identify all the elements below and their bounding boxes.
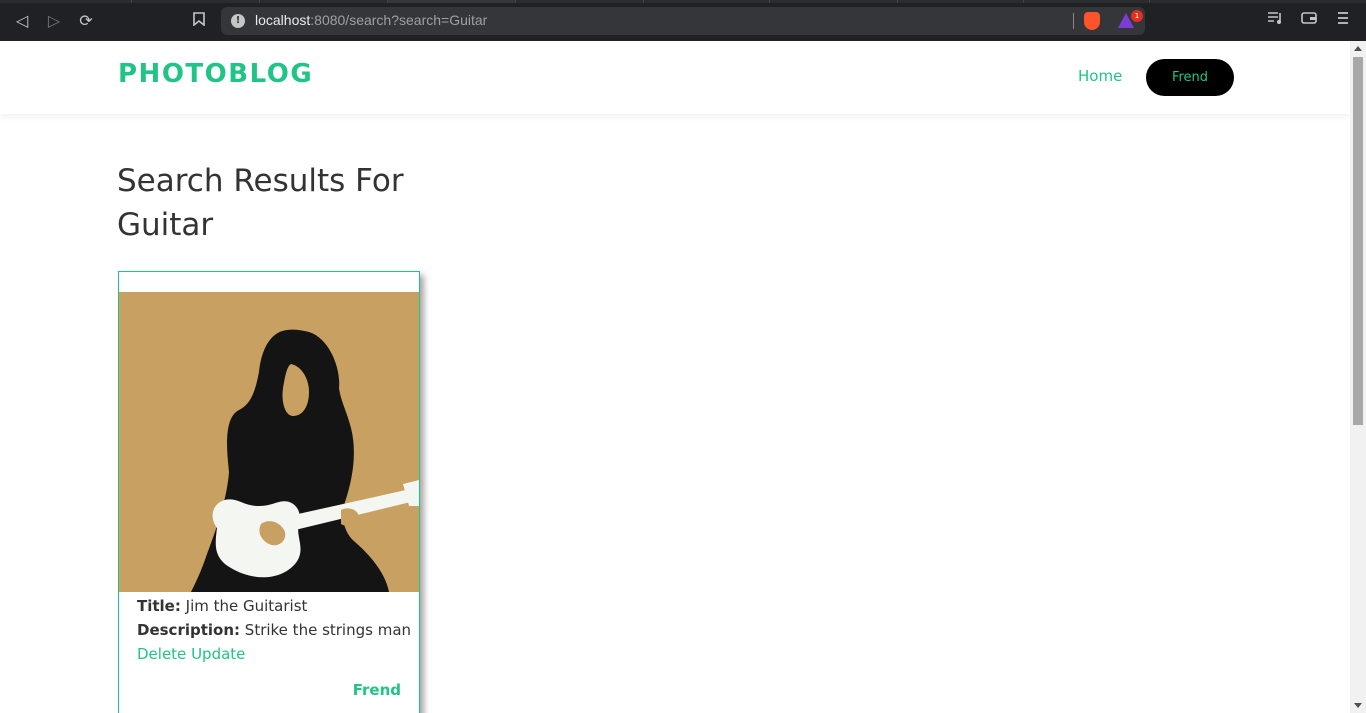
author-name[interactable]: Frend xyxy=(353,681,401,699)
photo-description: Strike the strings man xyxy=(244,621,412,639)
site-logo[interactable]: PHOTOBLOG xyxy=(118,59,313,89)
photo-meta: Title: Jim the Guitarist Description: St… xyxy=(137,594,411,666)
photo-title: Jim the Guitarist xyxy=(185,597,308,615)
forward-icon[interactable]: ▷ xyxy=(43,10,65,32)
description-row: Description: Strike the strings man xyxy=(137,618,411,642)
divider xyxy=(1073,13,1074,29)
site-navbar: PHOTOBLOG Home Frend xyxy=(0,41,1350,114)
title-row: Title: Jim the Guitarist xyxy=(137,594,407,618)
page-title: Search Results For Guitar xyxy=(117,163,404,243)
url-text[interactable]: localhost:8080/search?search=Guitar xyxy=(255,12,487,28)
brave-shields-icon[interactable] xyxy=(1084,12,1100,30)
guitarist-image[interactable] xyxy=(119,292,419,592)
nav-home-link[interactable]: Home xyxy=(1078,67,1122,85)
scroll-up-icon[interactable] xyxy=(1354,46,1362,51)
page-content: PHOTOBLOG Home Frend Search Results For … xyxy=(0,41,1350,713)
url-path: :8080/search?search=Guitar xyxy=(310,12,488,28)
photo-card: Title: Jim the Guitarist Description: St… xyxy=(118,271,420,713)
bookmark-icon[interactable] xyxy=(188,10,210,32)
rewards-badge: 1 xyxy=(1131,10,1143,22)
user-button[interactable]: Frend xyxy=(1146,59,1234,96)
scrollbar-thumb[interactable] xyxy=(1353,57,1363,425)
update-link[interactable]: Update xyxy=(191,645,245,663)
card-actions: Delete Update xyxy=(137,642,407,666)
delete-link[interactable]: Delete xyxy=(137,645,186,663)
tab-strip xyxy=(0,0,1366,3)
site-info-icon[interactable]: ! xyxy=(231,14,245,28)
description-label: Description: xyxy=(137,621,241,639)
reload-icon[interactable]: ⟳ xyxy=(75,10,97,32)
wallet-icon[interactable] xyxy=(1301,11,1317,29)
playlist-icon[interactable] xyxy=(1267,11,1283,29)
page-scrollbar[interactable] xyxy=(1350,41,1366,713)
menu-icon[interactable] xyxy=(1337,11,1349,29)
url-host: localhost xyxy=(255,12,311,28)
back-icon[interactable]: ◁ xyxy=(11,10,33,32)
browser-toolbar: ◁ ▷ ⟳ ! localhost:8080/search?search=Gui… xyxy=(0,0,1366,41)
address-bar[interactable]: ! localhost:8080/search?search=Guitar 1 xyxy=(221,7,1145,35)
title-label: Title: xyxy=(137,597,181,615)
scroll-down-icon[interactable] xyxy=(1354,703,1362,708)
